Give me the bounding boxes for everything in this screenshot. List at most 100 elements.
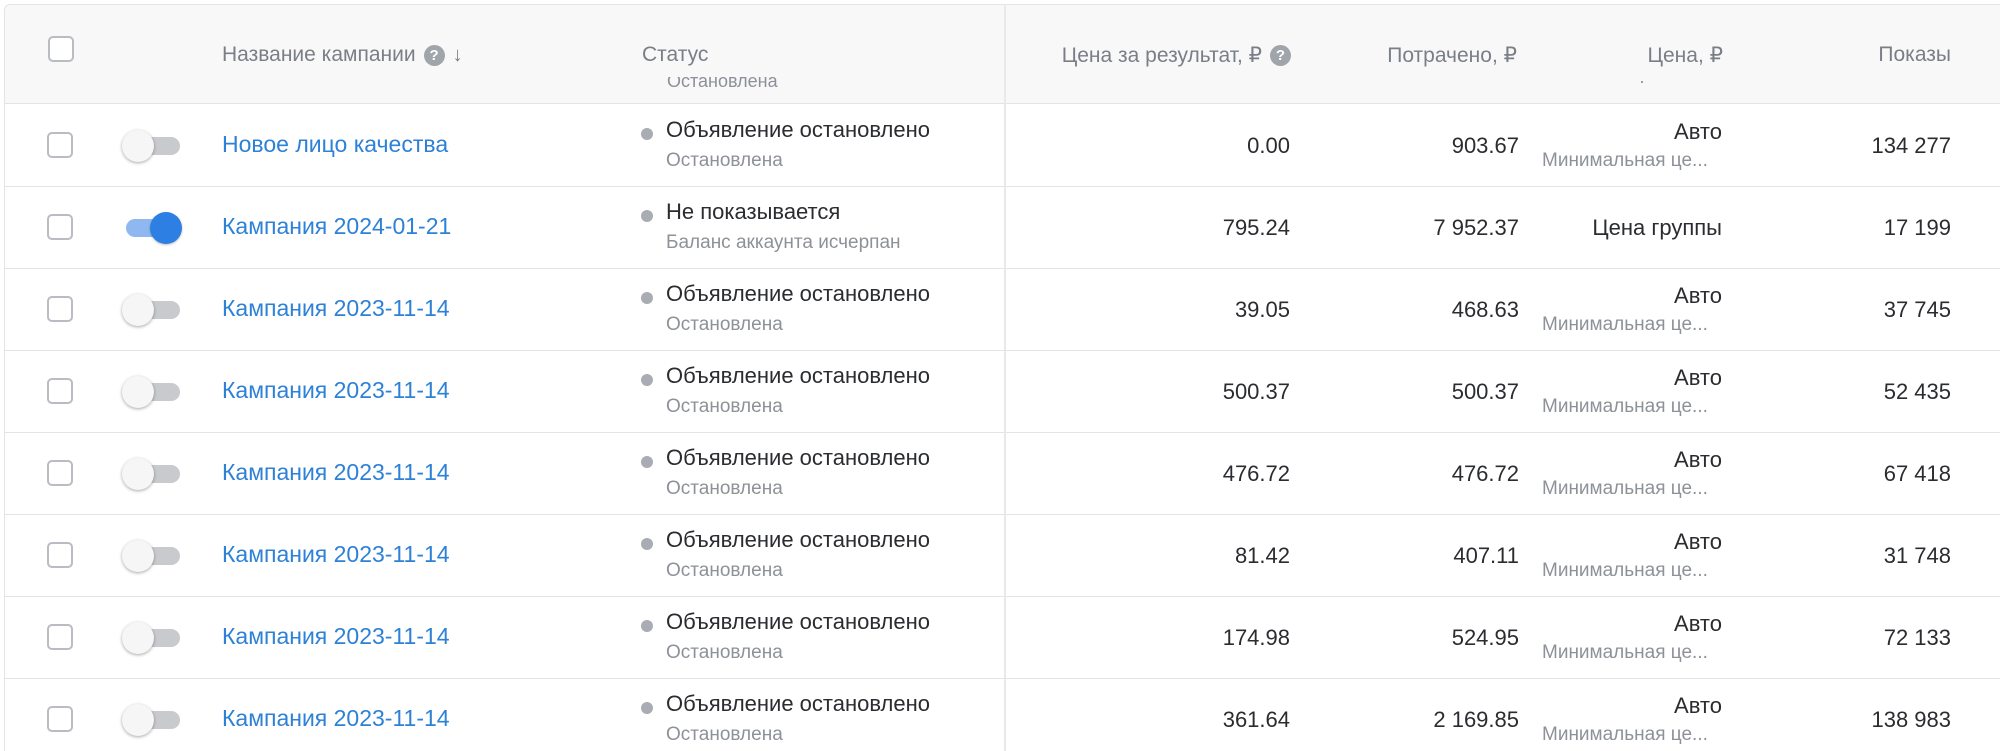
campaign-toggle[interactable] (122, 292, 180, 326)
campaign-toggle[interactable] (122, 374, 180, 408)
price-mode[interactable]: Авто (1674, 119, 1722, 145)
column-header-impressions[interactable]: Показы (1765, 5, 1951, 105)
campaign-name-link[interactable]: Кампания 2023-11-14 (222, 377, 450, 404)
column-header-name[interactable]: Название кампании ? ↓ (222, 5, 463, 105)
row-checkbox[interactable] (47, 706, 73, 732)
row-checkbox[interactable] (47, 460, 73, 486)
impressions-count: 138 983 (1871, 707, 1951, 732)
campaign-toggle[interactable] (122, 702, 180, 736)
column-header-cpr-label: Цена за результат, ₽ (1061, 43, 1262, 67)
cost-per-result: 174.98 (1222, 625, 1290, 650)
price-mode[interactable]: Авто (1674, 283, 1722, 309)
help-icon[interactable]: ? (1270, 44, 1291, 66)
spent-amount: 468.63 (1451, 297, 1519, 322)
row-checkbox[interactable] (47, 214, 73, 240)
spent-amount: 407.11 (1453, 543, 1519, 568)
status-subtext: Остановлена (666, 396, 783, 417)
cost-per-result: 476.72 (1222, 461, 1290, 486)
toggle-knob (122, 294, 154, 326)
campaign-name-link[interactable]: Кампания 2024-01-21 (222, 213, 451, 240)
help-icon[interactable]: ? (423, 44, 445, 66)
campaign-name-link[interactable]: Новое лицо качества (222, 131, 448, 158)
impressions-count: 17 199 (1883, 215, 1951, 240)
price-mode[interactable]: Цена группы (1592, 215, 1722, 241)
status-dot-icon (641, 456, 653, 468)
toggle-knob (122, 376, 154, 408)
campaigns-table: Название кампании ? ↓ Статус Цена за рез… (0, 0, 2000, 751)
row-checkbox[interactable] (47, 296, 73, 322)
cost-per-result: 361.64 (1222, 707, 1290, 732)
campaign-name-link[interactable]: Кампания 2023-11-14 (222, 705, 450, 732)
status-dot-icon (641, 210, 653, 222)
campaign-toggle[interactable] (122, 620, 180, 654)
sort-down-icon[interactable]: ↓ (453, 44, 463, 67)
spent-amount: 476.72 (1451, 461, 1519, 486)
row-checkbox[interactable] (47, 542, 73, 568)
status-text: Не показывается (666, 199, 841, 224)
price-mode[interactable]: Авто (1674, 529, 1722, 555)
toggle-knob (150, 212, 182, 244)
status-subtext: Остановлена (666, 642, 783, 663)
price-mode[interactable]: Авто (1674, 611, 1722, 637)
table-row[interactable]: Кампания 2023-11-14 Объявление остановле… (4, 597, 2000, 679)
table-row[interactable]: Новое лицо качества Объявление остановле… (4, 105, 2000, 187)
table-row[interactable]: Кампания 2023-11-14 Объявление остановле… (4, 269, 2000, 351)
price-mode[interactable]: Авто (1674, 693, 1722, 719)
spent-amount: 500.37 (1451, 379, 1519, 404)
impressions-count: 67 418 (1883, 461, 1951, 486)
status-subtext: Остановлена (666, 478, 783, 499)
toggle-knob (122, 704, 154, 736)
column-header-cpr[interactable]: Цена за результат, ₽ ? (965, 5, 1291, 105)
column-header-spent-label: Потрачено, ₽ (1387, 43, 1517, 67)
cost-per-result: 81.42 (1234, 543, 1290, 568)
spent-amount: 524.95 (1451, 625, 1519, 650)
campaign-toggle[interactable] (122, 210, 182, 244)
spent-amount: 7 952.37 (1433, 215, 1519, 240)
partial-row-status-sub: Остановлена (667, 77, 778, 91)
campaign-name-link[interactable]: Кампания 2023-11-14 (222, 623, 450, 650)
status-dot-icon (641, 374, 653, 386)
cost-per-result: 39.05 (1234, 297, 1290, 322)
price-subtext: Минимальная це... (1542, 560, 1708, 581)
status-dot-icon (641, 702, 653, 714)
column-header-impressions-label: Показы (1878, 43, 1951, 66)
table-row[interactable]: Кампания 2023-11-14 Объявление остановле… (4, 515, 2000, 597)
status-subtext: Остановлена (666, 560, 783, 581)
status-subtext: Остановлена (666, 150, 783, 171)
column-header-price[interactable]: Цена, ₽ (1545, 5, 1723, 105)
cost-per-result: 795.24 (1222, 215, 1290, 240)
impressions-count: 72 133 (1883, 625, 1951, 650)
table-row[interactable]: Кампания 2023-11-14 Объявление остановле… (4, 433, 2000, 515)
status-dot-icon (641, 538, 653, 550)
status-subtext: Баланс аккаунта исчерпан (666, 232, 901, 253)
toggle-knob (122, 458, 154, 490)
table-row[interactable]: Кампания 2023-11-14 Объявление остановле… (4, 351, 2000, 433)
campaign-toggle[interactable] (122, 456, 180, 490)
row-checkbox[interactable] (47, 378, 73, 404)
select-all-checkbox[interactable] (48, 36, 74, 62)
row-checkbox[interactable] (47, 624, 73, 650)
price-mode[interactable]: Авто (1674, 447, 1722, 473)
campaign-toggle[interactable] (122, 538, 180, 572)
status-text: Объявление остановлено (666, 691, 931, 716)
campaign-toggle[interactable] (122, 128, 180, 162)
impressions-count: 37 745 (1883, 297, 1951, 322)
status-text: Объявление остановлено (666, 363, 931, 388)
price-subtext: Минимальная це... (1542, 724, 1708, 745)
table-row[interactable]: Кампания 2024-01-21 Не показывается Бала… (4, 187, 2000, 269)
status-subtext: Остановлена (666, 724, 783, 745)
campaign-name-link[interactable]: Кампания 2023-11-14 (222, 541, 450, 568)
table-row[interactable]: Кампания 2023-11-14 Объявление остановле… (4, 679, 2000, 751)
row-checkbox[interactable] (47, 132, 73, 158)
price-subtext: Минимальная це... (1542, 150, 1708, 171)
price-subtext: Минимальная це... (1542, 478, 1708, 499)
price-mode[interactable]: Авто (1674, 365, 1722, 391)
campaign-name-link[interactable]: Кампания 2023-11-14 (222, 459, 450, 486)
price-subtext: Минимальная це... (1542, 314, 1708, 335)
column-header-spent[interactable]: Потрачено, ₽ (1305, 5, 1517, 105)
status-dot-icon (641, 292, 653, 304)
cost-per-result: 0.00 (1247, 133, 1290, 158)
campaign-name-link[interactable]: Кампания 2023-11-14 (222, 295, 450, 322)
price-subtext: Минимальная це... (1542, 642, 1708, 663)
status-dot-icon (641, 620, 653, 632)
